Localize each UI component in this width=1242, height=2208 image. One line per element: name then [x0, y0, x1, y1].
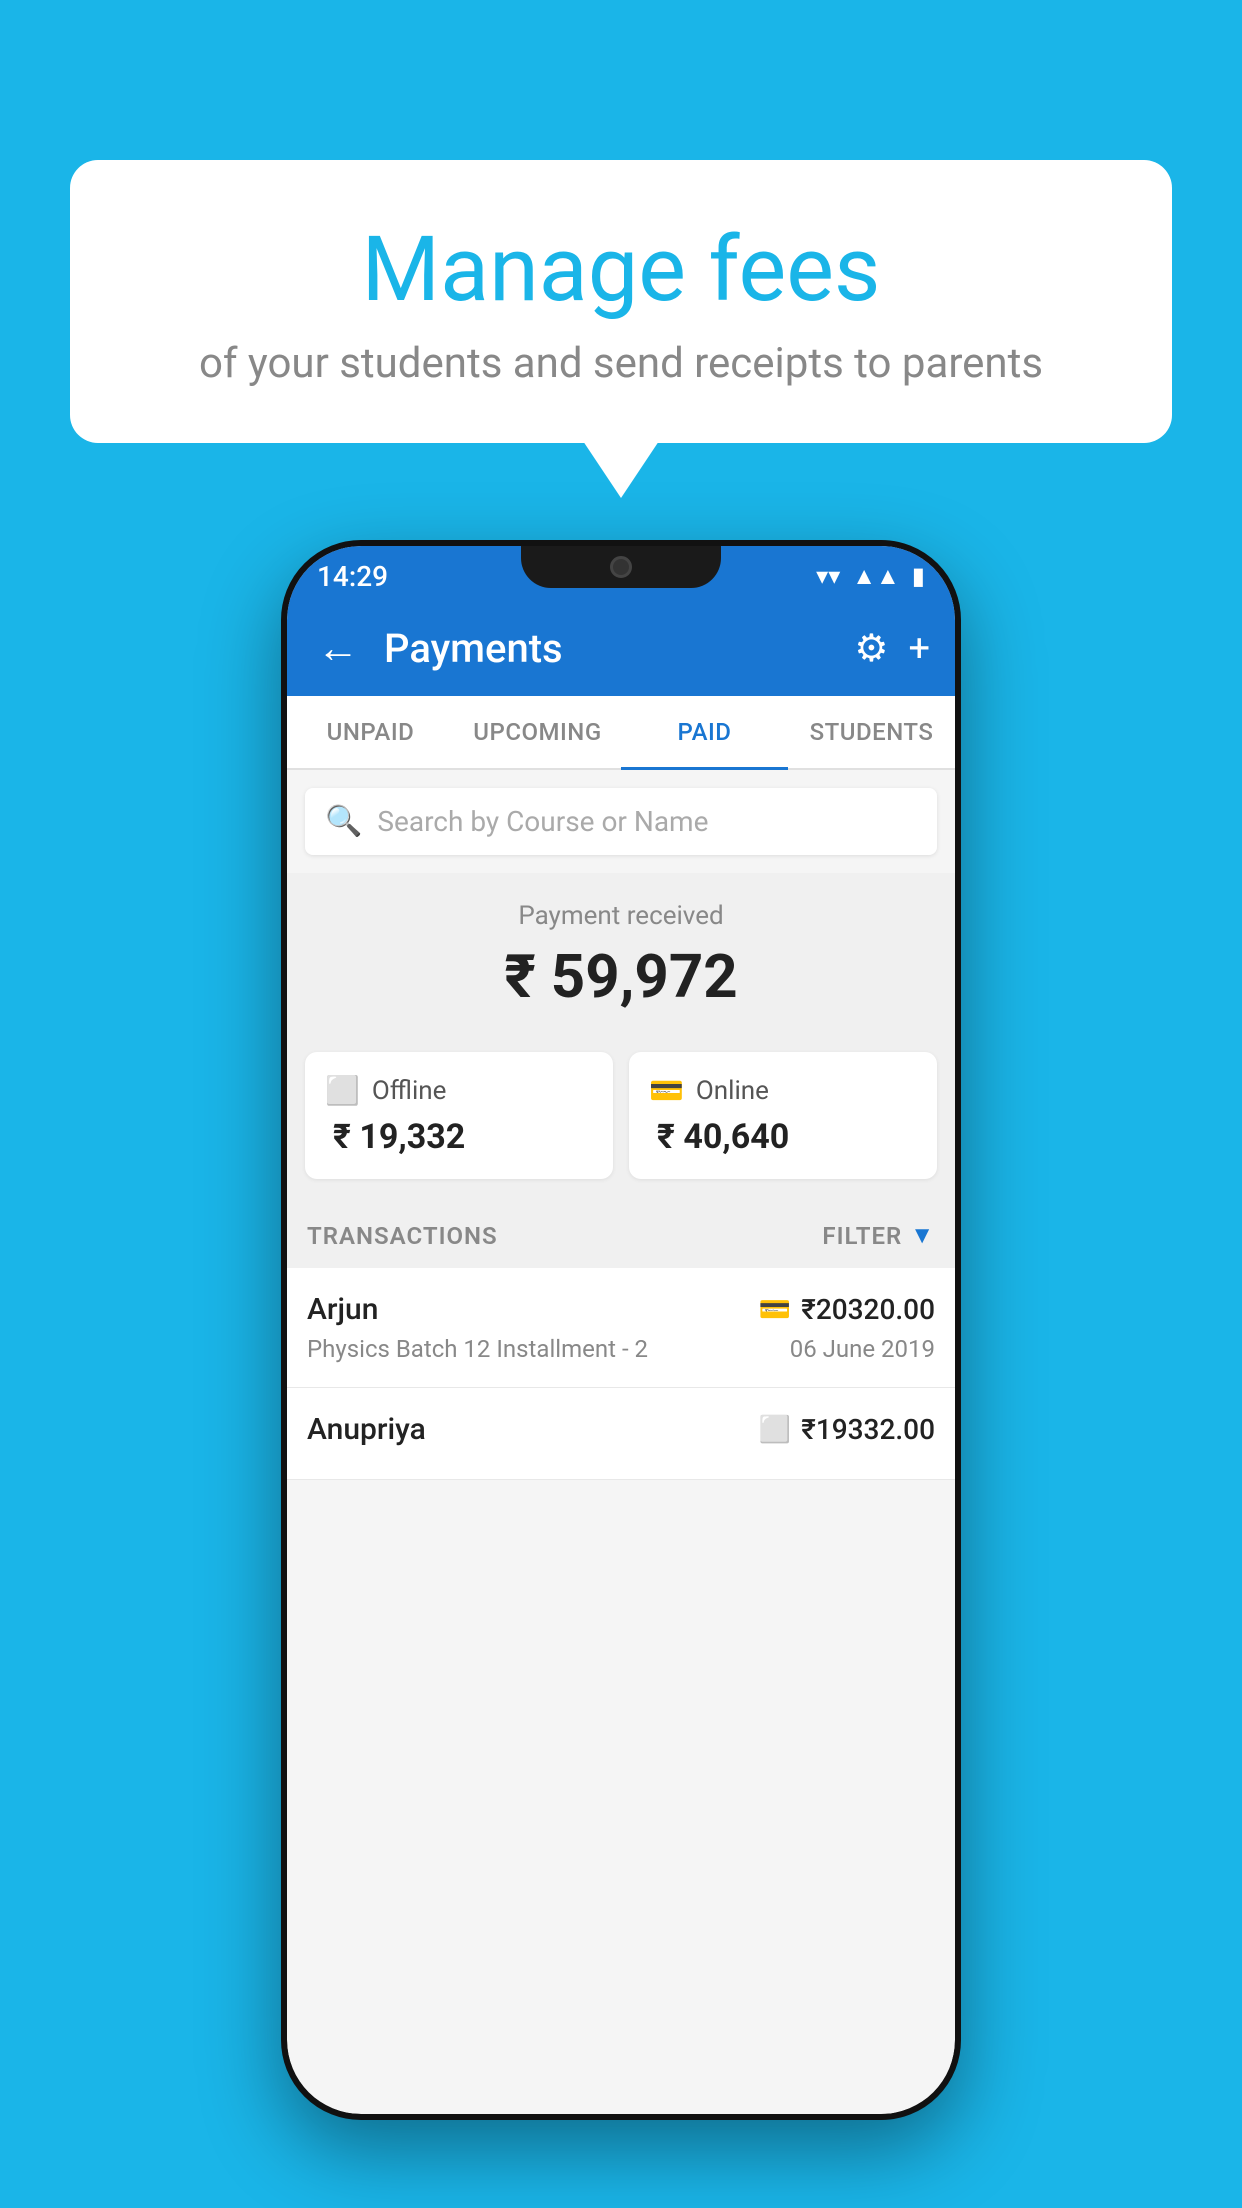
transaction-amount-1: ₹20320.00: [801, 1293, 935, 1326]
phone-notch: [521, 546, 721, 588]
transaction-amount-2: ₹19332.00: [801, 1413, 935, 1446]
transaction-top-1: Arjun 💳 ₹20320.00: [307, 1292, 935, 1327]
speech-bubble: Manage fees of your students and send re…: [70, 160, 1172, 443]
search-icon: 🔍: [325, 804, 362, 839]
tab-upcoming[interactable]: UPCOMING: [454, 696, 621, 768]
table-row[interactable]: Anupriya ⬜ ₹19332.00: [287, 1388, 955, 1480]
transaction-name-2: Anupriya: [307, 1412, 426, 1447]
search-bar[interactable]: 🔍 Search by Course or Name: [305, 788, 937, 855]
online-label: Online: [696, 1076, 769, 1106]
online-card: 💳 Online ₹ 40,640: [629, 1052, 937, 1179]
transaction-date-1: 06 June 2019: [790, 1335, 935, 1363]
phone-screen: 14:29 ▾▾ ▲▲ ▮ ← Payments ⚙ + UNPAID UPCO…: [287, 546, 955, 2114]
speech-bubble-subtitle: of your students and send receipts to pa…: [120, 339, 1122, 388]
tab-unpaid[interactable]: UNPAID: [287, 696, 454, 768]
settings-button[interactable]: ⚙: [854, 626, 888, 671]
filter-icon: ▼: [910, 1221, 935, 1250]
add-button[interactable]: +: [908, 627, 930, 671]
offline-amount: ₹ 19,332: [325, 1117, 593, 1157]
power-button: [957, 766, 961, 886]
app-bar: ← Payments ⚙ +: [287, 601, 955, 696]
payment-summary: Payment received ₹ 59,972: [287, 873, 955, 1032]
tab-paid[interactable]: PAID: [621, 696, 788, 768]
signal-icon: ▲▲: [852, 562, 900, 591]
offline-card-header: ⬜ Offline: [325, 1074, 593, 1107]
app-bar-title: Payments: [384, 625, 834, 672]
online-amount: ₹ 40,640: [649, 1117, 917, 1157]
online-icon: 💳: [649, 1074, 684, 1107]
battery-icon: ▮: [912, 562, 925, 590]
payment-total-amount: ₹ 59,972: [307, 941, 935, 1012]
status-time: 14:29: [317, 560, 388, 593]
online-card-header: 💳 Online: [649, 1074, 917, 1107]
payment-method-icon-2: ⬜: [759, 1415, 791, 1445]
transaction-course-1: Physics Batch 12 Installment - 2: [307, 1335, 648, 1363]
app-bar-actions: ⚙ +: [854, 626, 930, 671]
filter-button[interactable]: FILTER ▼: [822, 1221, 935, 1250]
offline-card: ⬜ Offline ₹ 19,332: [305, 1052, 613, 1179]
offline-icon: ⬜: [325, 1074, 360, 1107]
search-placeholder: Search by Course or Name: [377, 805, 708, 838]
phone-frame: 14:29 ▾▾ ▲▲ ▮ ← Payments ⚙ + UNPAID UPCO…: [281, 540, 961, 2120]
payment-cards: ⬜ Offline ₹ 19,332 💳 Online ₹ 40,640: [287, 1032, 955, 1199]
payment-received-label: Payment received: [307, 901, 935, 931]
speech-bubble-title: Manage fees: [120, 220, 1122, 319]
wifi-icon: ▾▾: [816, 562, 840, 590]
tabs: UNPAID UPCOMING PAID STUDENTS: [287, 696, 955, 770]
phone-camera: [610, 556, 632, 578]
payment-method-icon-1: 💳: [759, 1295, 791, 1325]
transactions-header: TRANSACTIONS FILTER ▼: [287, 1199, 955, 1268]
tab-students[interactable]: STUDENTS: [788, 696, 955, 768]
transaction-amount-wrap-2: ⬜ ₹19332.00: [759, 1413, 935, 1446]
table-row[interactable]: Arjun 💳 ₹20320.00 Physics Batch 12 Insta…: [287, 1268, 955, 1388]
transaction-top-2: Anupriya ⬜ ₹19332.00: [307, 1412, 935, 1447]
offline-label: Offline: [372, 1076, 447, 1106]
transaction-name-1: Arjun: [307, 1292, 378, 1327]
transactions-label: TRANSACTIONS: [307, 1222, 498, 1250]
volume-button: [281, 826, 285, 896]
status-icons: ▾▾ ▲▲ ▮: [816, 562, 925, 591]
transaction-bottom-1: Physics Batch 12 Installment - 2 06 June…: [307, 1335, 935, 1363]
back-button[interactable]: ←: [312, 619, 364, 678]
transaction-amount-wrap-1: 💳 ₹20320.00: [759, 1293, 935, 1326]
